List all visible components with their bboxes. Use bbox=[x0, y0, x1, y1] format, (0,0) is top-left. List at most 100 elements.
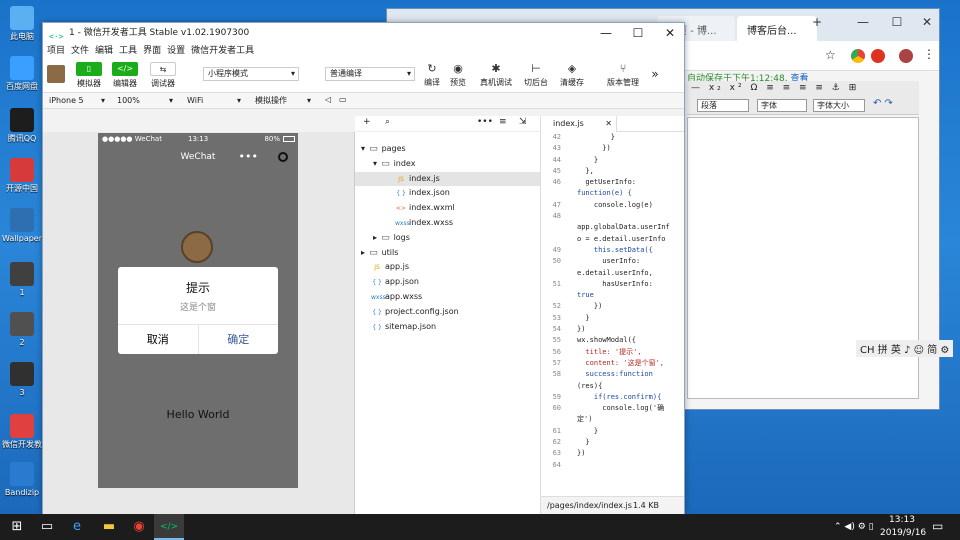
desktop-icon[interactable]: 腾讯QQ bbox=[2, 108, 42, 143]
line-number: 45 bbox=[552, 166, 561, 175]
modal-title: 提示 bbox=[185, 281, 210, 295]
desktop-icon[interactable]: 2 bbox=[2, 312, 42, 347]
tray-icons[interactable]: ⌃ ◀) ⚙ ▯ bbox=[834, 521, 874, 534]
maximize-icon[interactable]: ☐ bbox=[887, 15, 907, 29]
menu-item[interactable]: 编辑 bbox=[95, 46, 113, 56]
chrome-icon[interactable]: ◉ bbox=[124, 514, 154, 540]
js-file-icon: JS bbox=[398, 175, 404, 183]
version-button[interactable]: ⑂ 版本管理 bbox=[603, 61, 643, 88]
desktop-icon-label: 腾讯QQ bbox=[7, 134, 37, 143]
code-line: 43 }) bbox=[541, 143, 684, 154]
desktop-icon[interactable]: 百度网盘 bbox=[2, 56, 42, 91]
tree-file[interactable]: <> index.wxml bbox=[355, 201, 540, 215]
editor-toggle[interactable]: </> 编辑器 bbox=[107, 61, 143, 89]
adblock-icon[interactable] bbox=[871, 49, 885, 63]
wechat-devtools-task-icon[interactable]: </> bbox=[154, 514, 184, 540]
star-icon[interactable]: ☆ bbox=[825, 48, 836, 62]
font-select[interactable]: 字体 bbox=[757, 99, 807, 112]
search-icon[interactable]: ⌕ bbox=[385, 117, 390, 127]
tree-file[interactable]: { } sitemap.json bbox=[355, 320, 540, 334]
tree-file[interactable]: { } app.json bbox=[355, 275, 540, 289]
tree-folder[interactable]: ▸ ▭ utils bbox=[355, 246, 540, 260]
desktop-icon-label: Bandizip bbox=[4, 488, 40, 497]
collapse-icon[interactable]: ⇲ bbox=[519, 117, 527, 127]
tab-close-icon[interactable]: ✕ bbox=[605, 116, 612, 132]
mute-icon[interactable]: ◁ bbox=[325, 93, 331, 107]
remote-debug-button[interactable]: ✱ 真机调试 bbox=[477, 61, 515, 88]
user-avatar[interactable] bbox=[181, 231, 213, 263]
desktop-icon[interactable]: 微信开发教程分析 - 副本 bbox=[2, 414, 42, 449]
more-options-icon[interactable]: ••• bbox=[477, 117, 493, 127]
file-explorer-icon[interactable]: ▬ bbox=[94, 514, 124, 540]
clock[interactable]: 13:13 2019/9/16 bbox=[880, 514, 926, 540]
menu-item[interactable]: 工具 bbox=[119, 46, 137, 56]
tree-folder[interactable]: ▾ ▭ index bbox=[355, 157, 540, 171]
desktop-icon[interactable]: 此电脑 bbox=[2, 6, 42, 41]
background-button[interactable]: ⊢ 切后台 bbox=[521, 61, 551, 88]
notification-icon[interactable]: ▭ bbox=[932, 520, 943, 533]
desktop-icon-label: Wallpaper Engine bbox=[2, 234, 42, 243]
compile-button[interactable]: ↻ 编译 bbox=[419, 61, 445, 88]
code-area[interactable]: 42 } 43 }) 44 } 45 }, 46 getUserInfo: functio… bbox=[541, 132, 684, 496]
tree-folder[interactable]: ▸ ▭ logs bbox=[355, 231, 540, 245]
desktop-icon[interactable]: Wallpaper Engine bbox=[2, 208, 42, 243]
tree-file[interactable]: JS app.js bbox=[355, 260, 540, 274]
ime-indicator[interactable]: CH 拼 英 ♪ ☺ 简 ⚙ bbox=[856, 340, 954, 357]
network-select[interactable]: WiFi bbox=[183, 94, 243, 108]
chrome-extension-icon[interactable] bbox=[851, 49, 865, 63]
debugger-toggle[interactable]: ⇆ 调试器 bbox=[145, 61, 181, 89]
more-icon[interactable]: » bbox=[647, 67, 663, 81]
menu-item[interactable]: 设置 bbox=[167, 46, 185, 56]
desktop-icon[interactable]: 3 bbox=[2, 362, 42, 397]
tree-folder[interactable]: ▾ ▭ pages bbox=[355, 142, 540, 156]
new-tab-icon[interactable]: + bbox=[807, 15, 827, 29]
windows-start-icon[interactable]: ⊞ bbox=[2, 514, 32, 540]
cancel-button[interactable]: 取消 bbox=[118, 325, 199, 354]
format-buttons[interactable]: — x₂ x² Ω ≡ ≡ ≡ ≡ ⚓ ⊞ bbox=[691, 83, 859, 93]
sort-icon[interactable]: ≡ bbox=[499, 117, 507, 127]
tree-file[interactable]: wxssapp.wxss bbox=[355, 290, 540, 304]
preview-button[interactable]: ◉ 预览 bbox=[445, 61, 471, 88]
paragraph-select[interactable]: 段落 bbox=[697, 99, 749, 112]
minimize-icon[interactable]: — bbox=[853, 15, 873, 29]
minimize-icon[interactable]: — bbox=[591, 23, 621, 43]
tree-file[interactable]: { } project.config.json bbox=[355, 305, 540, 319]
task-view-icon[interactable]: ▭ bbox=[32, 514, 62, 540]
mode-select[interactable]: 小程序模式 bbox=[203, 67, 299, 81]
desktop-icon-image bbox=[10, 262, 34, 286]
menu-icon[interactable]: ⋮ bbox=[923, 47, 935, 61]
menu-item[interactable]: 文件 bbox=[71, 46, 89, 56]
capsule-close-icon[interactable] bbox=[278, 152, 288, 162]
profile-avatar[interactable] bbox=[899, 49, 913, 63]
desktop-icon[interactable]: 1 bbox=[2, 262, 42, 297]
undo-redo-icons[interactable]: ↶ ↷ bbox=[873, 98, 893, 109]
compile-mode-select[interactable]: 普通编译 bbox=[325, 67, 415, 81]
menu-item[interactable]: 微信开发者工具 bbox=[191, 46, 254, 56]
font-size-select[interactable]: 字体大小 bbox=[813, 99, 865, 112]
project-avatar[interactable] bbox=[47, 61, 67, 83]
device-select[interactable]: iPhone 5 bbox=[45, 94, 107, 108]
operation-select[interactable]: 模拟操作 bbox=[251, 94, 313, 108]
desktop-icon[interactable]: 开源中国 bbox=[2, 158, 42, 193]
close-icon[interactable]: ✕ bbox=[917, 15, 937, 29]
battery-icon bbox=[283, 136, 295, 142]
zoom-select[interactable]: 100% bbox=[113, 94, 175, 108]
editor-tab[interactable]: index.js ✕ bbox=[541, 116, 617, 132]
menu-item[interactable]: 项目 bbox=[47, 46, 65, 56]
menu-item[interactable]: 界面 bbox=[143, 46, 161, 56]
maximize-icon[interactable]: ☐ bbox=[623, 23, 653, 43]
desktop-icon[interactable]: Bandizip bbox=[2, 462, 42, 497]
confirm-button[interactable]: 确定 bbox=[199, 325, 279, 354]
tree-file[interactable]: JS index.js bbox=[355, 171, 540, 186]
tree-item-label: project.config.json bbox=[385, 306, 459, 316]
clear-cache-button[interactable]: ◈ 清缓存 bbox=[557, 61, 587, 88]
tree-file[interactable]: wxssindex.wxss bbox=[355, 216, 540, 230]
more-dots-icon[interactable]: ••• bbox=[239, 145, 258, 169]
tree-file[interactable]: { } index.json bbox=[355, 186, 540, 200]
simulator-toggle[interactable]: ▯ 模拟器 bbox=[71, 61, 107, 89]
edge-icon[interactable]: e bbox=[62, 514, 92, 540]
browser-tab-active[interactable]: 博客后台... bbox=[737, 16, 817, 41]
close-icon[interactable]: ✕ bbox=[655, 23, 685, 43]
window-icon[interactable]: ▭ bbox=[339, 93, 347, 107]
add-file-icon[interactable]: + bbox=[363, 117, 371, 127]
